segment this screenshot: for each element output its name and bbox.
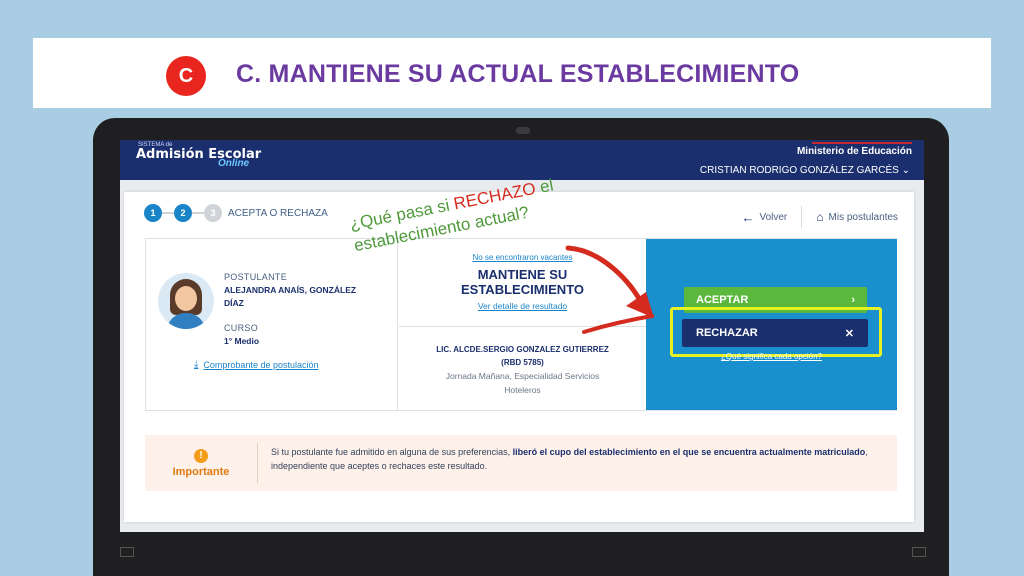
school-name: LIC. ALCDE.SERGIO GONZALEZ GUTIERREZ (RB… [399,343,646,369]
school-name-line1: LIC. ALCDE.SERGIO GONZALEZ GUTIERREZ [436,345,609,354]
step-3: 3 [204,204,222,222]
important-notice: ! Importante Si tu postulante fue admiti… [145,435,897,491]
important-text-b: liberó el cupo del establecimiento en el… [512,447,866,457]
my-applicants-label: Mis postulantes [828,211,898,223]
options-help-link[interactable]: ¿Qué significa cada opción? [646,352,897,361]
step-connector [192,212,204,214]
result-box: POSTULANTE ALEJANDRA ANAÍS, GONZÁLEZ DÍA… [145,238,897,411]
card-links: ← Volver ⌂ Mis postulantes [741,206,898,228]
close-icon: ✕ [844,327,854,340]
reject-button-label: RECHAZAR [696,327,758,339]
annotation-arrow [565,245,654,334]
proof-link-label: Comprobante de postulación [203,359,319,370]
user-menu[interactable]: CRISTIAN RODRIGO GONZÁLEZ GARCÉS ⌄ [700,165,910,176]
school-details-line2: Hoteleros [504,385,541,395]
back-link[interactable]: ← Volver [741,210,787,225]
webcam [516,127,530,134]
school-details-line1: Jornada Mañana, Especialidad Servicios [445,371,600,381]
applicant-label: POSTULANTE [224,272,288,282]
slide-title: C. MANTIENE SU ACTUAL ESTABLECIMIENTO [236,60,800,88]
laptop-port-left [120,547,134,557]
back-link-label: Volver [759,211,788,223]
callout-part2: el [533,175,555,198]
course-label: CURSO [224,323,259,333]
applicant-panel: POSTULANTE ALEJANDRA ANAÍS, GONZÁLEZ DÍA… [146,239,398,410]
alert-icon: ! [194,448,208,463]
brand-online: Online [218,158,250,169]
result-status-line1: MANTIENE SU [477,267,568,282]
important-text: Si tu postulante fue admitido en alguna … [271,445,871,473]
ministry-flag-bar [812,142,912,144]
chevron-down-icon: ⌄ [901,165,910,176]
ministry-label: Ministerio de Educación [796,146,912,157]
user-name: CRISTIAN RODRIGO GONZÁLEZ GARCÉS [699,165,899,176]
applicant-name-line2: DÍAZ [224,298,244,308]
important-heading: ! Importante [145,435,257,491]
step-1: 1 [144,204,162,222]
step-connector [162,212,174,214]
proof-link[interactable]: ⤓ Comprobante de postulación [194,359,319,370]
avatar [158,273,214,329]
divider [801,206,803,228]
home-icon: ⌂ [816,210,824,224]
divider [257,443,258,483]
important-label: Importante [172,465,230,478]
applicant-name-line1: ALEJANDRA ANAÍS, GONZÁLEZ [224,285,357,295]
important-text-a: Si tu postulante fue admitido en alguna … [271,447,513,457]
result-card: 1 2 3 ACEPTA O RECHAZA ← Volver ⌂ Mis po… [124,192,914,522]
step-label: ACEPTA O RECHAZA [228,207,328,219]
laptop-port-right [912,547,926,557]
reject-button[interactable]: RECHAZAR ✕ [682,319,868,347]
school-rbd: (RBD 5785) [501,358,544,367]
chevron-right-icon: › [851,294,855,306]
section-badge: C [166,56,206,96]
stepper: 1 2 3 ACEPTA O RECHAZA [144,204,328,222]
course-value: 1° Medio [224,336,260,346]
school-details: Jornada Mañana, Especialidad Servicios H… [399,369,646,397]
accept-button-label: ACEPTAR [696,294,749,306]
my-applicants-link[interactable]: ⌂ Mis postulantes [816,210,898,224]
step-2: 2 [174,204,192,222]
download-icon: ⤓ [194,359,199,370]
top-navbar: SISTEMA de Admisión Escolar Online Minis… [120,140,924,180]
arrow-left-icon: ← [741,209,755,225]
